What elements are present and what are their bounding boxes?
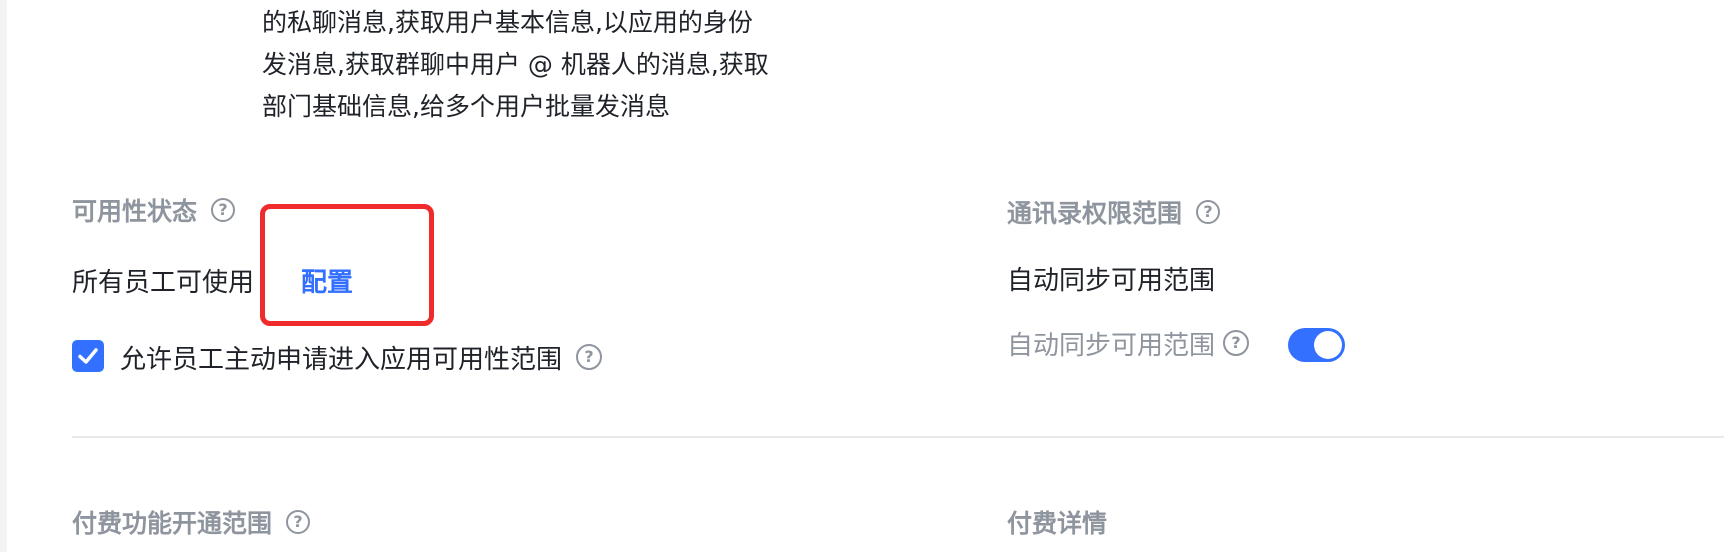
help-icon[interactable]: ? bbox=[1196, 200, 1221, 224]
paid-scope-section-title: 付费功能开通范围 ? bbox=[72, 504, 311, 540]
permissions-description: 的私聊消息,获取用户基本信息,以应用的身份 发消息,获取群聊中用户 @ 机器人的… bbox=[262, 2, 862, 128]
allow-apply-label: 允许员工主动申请进入应用可用性范围 bbox=[120, 344, 563, 375]
availability-title: 可用性状态 bbox=[72, 197, 198, 226]
permissions-desc-line: 的私聊消息,获取用户基本信息,以应用的身份 bbox=[262, 8, 753, 37]
permissions-desc-line: 发消息,获取群聊中用户 @ 机器人的消息,获取 bbox=[262, 50, 769, 79]
contacts-scope-title: 通讯录权限范围 bbox=[1007, 199, 1183, 228]
help-icon[interactable]: ? bbox=[1223, 330, 1250, 356]
allow-apply-row: 允许员工主动申请进入应用可用性范围 ? bbox=[120, 340, 603, 375]
paid-details-title: 付费详情 bbox=[1007, 509, 1108, 538]
help-icon[interactable]: ? bbox=[211, 198, 236, 222]
highlight-annotation-box bbox=[260, 204, 434, 326]
help-icon[interactable]: ? bbox=[576, 344, 603, 370]
auto-sync-label: 自动同步可用范围 bbox=[1007, 330, 1216, 361]
left-rail bbox=[0, 0, 7, 552]
permissions-desc-line: 部门基础信息,给多个用户批量发消息 bbox=[262, 92, 670, 121]
check-icon bbox=[78, 348, 98, 364]
paid-scope-title: 付费功能开通范围 bbox=[72, 509, 273, 538]
section-divider bbox=[72, 436, 1724, 438]
contacts-scope-section-title: 通讯录权限范围 ? bbox=[1007, 194, 1221, 230]
auto-sync-row: 自动同步可用范围 ? bbox=[1007, 326, 1250, 361]
allow-apply-checkbox[interactable] bbox=[72, 340, 104, 372]
paid-details-section-title: 付费详情 bbox=[1007, 504, 1107, 540]
app-settings-page: 的私聊消息,获取用户基本信息,以应用的身份 发消息,获取群聊中用户 @ 机器人的… bbox=[0, 0, 1724, 552]
availability-section-title: 可用性状态 ? bbox=[72, 192, 236, 228]
auto-sync-toggle[interactable] bbox=[1288, 328, 1345, 362]
contacts-scope-value: 自动同步可用范围 bbox=[1007, 266, 1216, 296]
availability-status: 所有员工可使用 bbox=[72, 268, 255, 298]
toggle-knob bbox=[1314, 331, 1342, 359]
help-icon[interactable]: ? bbox=[286, 510, 311, 534]
